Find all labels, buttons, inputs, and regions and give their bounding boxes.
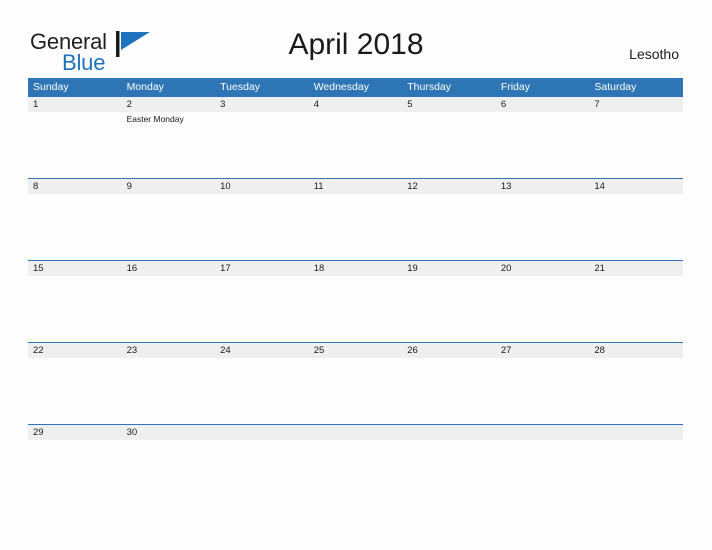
day-event-cell[interactable]: [589, 440, 683, 455]
region-label: Lesotho: [629, 46, 679, 62]
day-number-cell[interactable]: 25: [309, 343, 403, 358]
day-event-cell[interactable]: [215, 276, 309, 342]
day-number-cell[interactable]: 18: [309, 261, 403, 276]
weekday-header-saturday: Saturday: [594, 81, 637, 93]
day-number-cell[interactable]: 27: [496, 343, 590, 358]
calendar-weekday-header-row: Sunday Monday Tuesday Wednesday Thursday…: [28, 78, 683, 97]
day-event-cell[interactable]: [402, 358, 496, 424]
page-title: April 2018: [288, 28, 424, 61]
day-number-cell[interactable]: 12: [402, 179, 496, 194]
day-number-cell[interactable]: 14: [589, 179, 683, 194]
day-event-cell[interactable]: [402, 276, 496, 342]
day-event-cell[interactable]: [28, 276, 122, 342]
day-event-cell[interactable]: [122, 358, 216, 424]
week-date-band: 29 30: [28, 425, 683, 440]
day-number-cell[interactable]: 5: [402, 97, 496, 112]
calendar-week-row: 8 9 10 11 12 13 14: [28, 178, 683, 260]
day-number-cell[interactable]: 29: [28, 425, 122, 440]
day-event-cell[interactable]: [496, 440, 590, 455]
day-number-cell[interactable]: 2: [122, 97, 216, 112]
day-number-cell[interactable]: [496, 425, 590, 440]
week-date-band: 1 2 3 4 5 6 7: [28, 97, 683, 112]
day-number-cell[interactable]: 24: [215, 343, 309, 358]
week-event-band: [28, 440, 683, 455]
day-event-cell[interactable]: [309, 112, 403, 178]
day-number-cell[interactable]: [589, 425, 683, 440]
day-event-cell[interactable]: [215, 358, 309, 424]
day-number-cell[interactable]: 17: [215, 261, 309, 276]
day-number-cell[interactable]: 16: [122, 261, 216, 276]
calendar-table: Sunday Monday Tuesday Wednesday Thursday…: [28, 78, 683, 455]
day-event-cell[interactable]: Easter Monday: [122, 112, 216, 178]
day-number-cell[interactable]: 30: [122, 425, 216, 440]
day-number-cell[interactable]: 21: [589, 261, 683, 276]
day-number-cell[interactable]: 20: [496, 261, 590, 276]
day-event-cell[interactable]: [402, 112, 496, 178]
calendar-week-row: 15 16 17 18 19 20 21: [28, 260, 683, 342]
day-number-cell[interactable]: [402, 425, 496, 440]
calendar-week-row: 29 30: [28, 424, 683, 455]
day-number-cell[interactable]: 6: [496, 97, 590, 112]
day-event-cell[interactable]: [28, 194, 122, 260]
week-event-band: Easter Monday: [28, 112, 683, 178]
weekday-header-friday: Friday: [500, 81, 530, 93]
day-event-cell[interactable]: [122, 194, 216, 260]
day-event-cell[interactable]: [496, 112, 590, 178]
week-date-band: 8 9 10 11 12 13 14: [28, 179, 683, 194]
day-event-cell[interactable]: [589, 194, 683, 260]
day-number-cell[interactable]: 13: [496, 179, 590, 194]
day-number-cell[interactable]: 7: [589, 97, 683, 112]
day-event-cell[interactable]: [496, 194, 590, 260]
day-number-cell[interactable]: 22: [28, 343, 122, 358]
page-header: General Blue April 2018 Lesotho: [0, 0, 712, 78]
day-event-cell[interactable]: [402, 440, 496, 455]
day-number-cell[interactable]: 8: [28, 179, 122, 194]
weekday-header-wednesday: Wednesday: [313, 81, 369, 93]
day-number-cell[interactable]: 19: [402, 261, 496, 276]
day-number-cell[interactable]: 28: [589, 343, 683, 358]
weekday-header-monday: Monday: [126, 81, 164, 93]
day-event-cell[interactable]: [589, 276, 683, 342]
day-event-cell[interactable]: [122, 440, 216, 455]
day-number-cell[interactable]: 23: [122, 343, 216, 358]
week-date-band: 15 16 17 18 19 20 21: [28, 261, 683, 276]
day-number-cell[interactable]: 4: [309, 97, 403, 112]
weekday-header-thursday: Thursday: [407, 81, 452, 93]
day-number-cell[interactable]: [215, 425, 309, 440]
day-event-cell[interactable]: [309, 440, 403, 455]
day-event-cell[interactable]: [309, 276, 403, 342]
day-event-cell[interactable]: [496, 276, 590, 342]
day-event-cell[interactable]: [28, 440, 122, 455]
day-number-cell[interactable]: [309, 425, 403, 440]
week-event-band: [28, 358, 683, 424]
day-event-cell[interactable]: [122, 276, 216, 342]
day-number-cell[interactable]: 15: [28, 261, 122, 276]
day-event-cell[interactable]: [28, 112, 122, 178]
weekday-header-sunday: Sunday: [33, 81, 69, 93]
day-number-cell[interactable]: 10: [215, 179, 309, 194]
day-number-cell[interactable]: 9: [122, 179, 216, 194]
day-event-cell[interactable]: [496, 358, 590, 424]
week-event-band: [28, 194, 683, 260]
weekday-header-tuesday: Tuesday: [220, 81, 261, 93]
day-event-cell[interactable]: [309, 358, 403, 424]
day-event-cell[interactable]: [28, 358, 122, 424]
day-event-cell[interactable]: [309, 194, 403, 260]
day-event-cell[interactable]: [402, 194, 496, 260]
week-event-band: [28, 276, 683, 342]
day-number-cell[interactable]: 3: [215, 97, 309, 112]
day-event-cell[interactable]: [215, 194, 309, 260]
day-event-cell[interactable]: [215, 112, 309, 178]
day-event-cell[interactable]: [215, 440, 309, 455]
day-event-cell[interactable]: [589, 358, 683, 424]
calendar-week-row: 1 2 3 4 5 6 7 Easter Monday: [28, 97, 683, 178]
calendar-week-row: 22 23 24 25 26 27 28: [28, 342, 683, 424]
day-number-cell[interactable]: 11: [309, 179, 403, 194]
week-date-band: 22 23 24 25 26 27 28: [28, 343, 683, 358]
day-event-cell[interactable]: [589, 112, 683, 178]
day-number-cell[interactable]: 26: [402, 343, 496, 358]
day-number-cell[interactable]: 1: [28, 97, 122, 112]
